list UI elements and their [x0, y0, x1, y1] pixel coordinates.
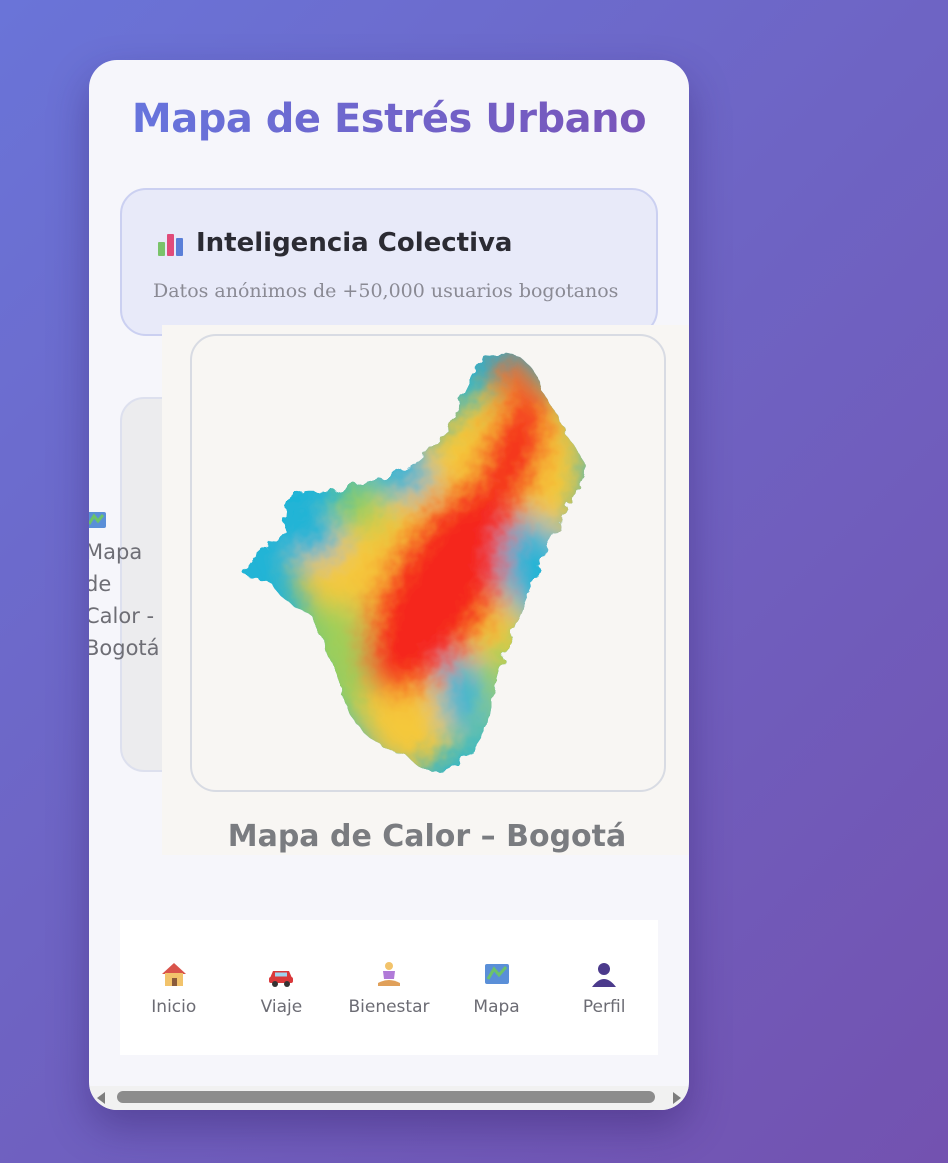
meditation-icon: [377, 961, 400, 986]
scroll-right-arrow-icon[interactable]: [673, 1092, 681, 1104]
horizontal-scrollbar[interactable]: [89, 1086, 689, 1110]
heatmap-frame[interactable]: [190, 334, 666, 792]
background-card-label: Mapa de Calor - Bogotá: [89, 540, 160, 660]
scrollbar-thumb[interactable]: [117, 1091, 655, 1103]
nav-label-bienestar: Bienestar: [348, 996, 430, 1017]
background-card-label-block: Mapa de Calor - Bogotá: [89, 510, 165, 664]
nav-label-mapa: Mapa: [473, 996, 520, 1017]
nav-item-inicio[interactable]: Inicio: [124, 959, 224, 1017]
nav-label-viaje: Viaje: [260, 996, 303, 1017]
nav-item-bienestar[interactable]: Bienestar: [339, 959, 439, 1017]
heatmap-caption: Mapa de Calor – Bogotá: [227, 819, 627, 854]
house-icon: [161, 962, 186, 986]
scroll-left-arrow-icon[interactable]: [97, 1092, 105, 1104]
collective-intelligence-card: Inteligencia Colectiva Datos anónimos de…: [120, 188, 658, 336]
card-title: Inteligencia Colectiva: [196, 228, 513, 258]
nav-item-mapa[interactable]: Mapa: [447, 959, 547, 1017]
nav-item-viaje[interactable]: Viaje: [231, 959, 331, 1017]
nav-label-perfil: Perfil: [582, 996, 626, 1017]
nav-label-inicio: Inicio: [151, 996, 197, 1017]
car-icon: [269, 970, 294, 987]
app-window: Mapa de Estrés Urbano Inteligencia Colec…: [89, 60, 689, 1110]
bottom-navigation: Inicio Viaje Bienestar Mapa Perfil: [120, 920, 658, 1055]
heatmap-panel[interactable]: Mapa de Calor – Bogotá: [162, 325, 689, 855]
nav-item-perfil[interactable]: Perfil: [554, 959, 654, 1017]
map-icon: [484, 963, 509, 984]
person-icon: [592, 962, 617, 987]
page-title: Mapa de Estrés Urbano: [89, 96, 689, 142]
card-subtitle: Datos anónimos de +50,000 usuarios bogot…: [153, 280, 619, 302]
map-icon: [89, 512, 106, 528]
bar-chart-icon: [158, 230, 184, 256]
card-header: Inteligencia Colectiva: [158, 228, 512, 258]
heatmap-map-icon: [244, 352, 585, 772]
